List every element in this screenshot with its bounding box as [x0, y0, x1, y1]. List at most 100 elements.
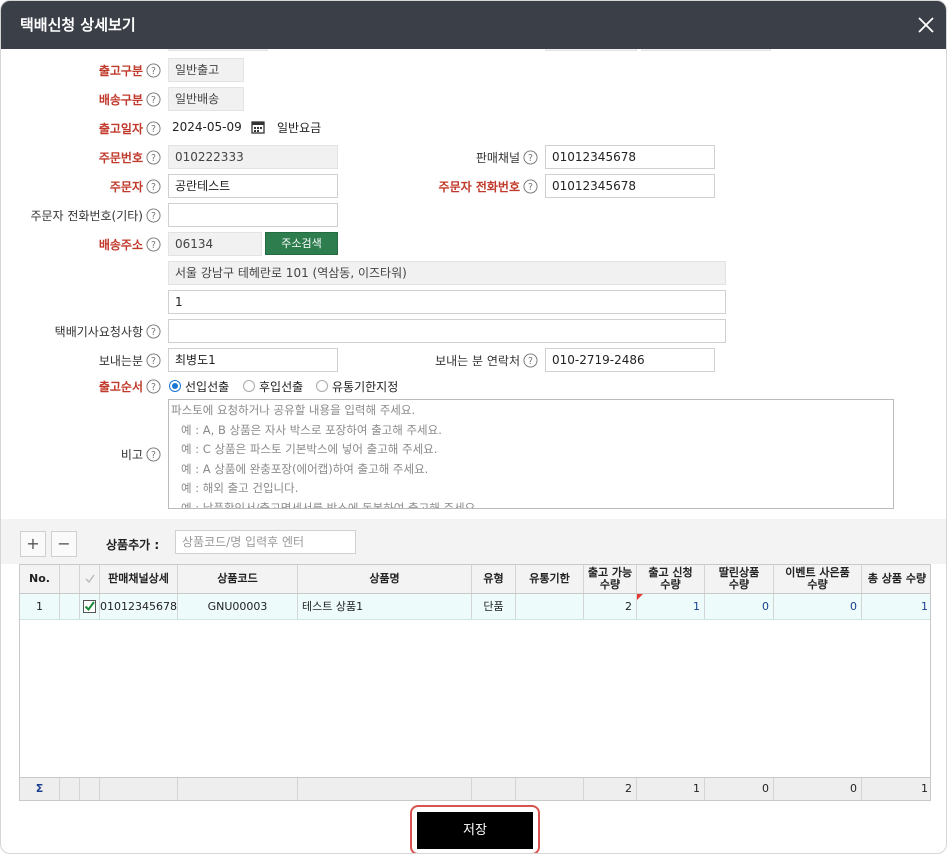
- radio-expiry[interactable]: 유통기한지정: [316, 377, 398, 395]
- help-icon[interactable]: ?: [146, 207, 161, 223]
- memo-placeholder-line: 예 : C 상품은 파스토 기본박스에 넣어 출고해 주세요.: [181, 442, 438, 456]
- help-icon[interactable]: ?: [146, 323, 161, 339]
- help-icon[interactable]: ?: [523, 352, 538, 368]
- out-date-value[interactable]: 2024-05-09: [172, 120, 242, 134]
- sender-input[interactable]: 최병도1: [168, 348, 338, 372]
- col-check[interactable]: [80, 565, 100, 593]
- svg-text:?: ?: [528, 181, 533, 192]
- orderer-input[interactable]: 공란테스트: [168, 174, 338, 198]
- col-no[interactable]: No.: [20, 565, 60, 593]
- cell-gift: 0: [774, 594, 862, 619]
- sum-blank: [472, 778, 516, 800]
- grid-header: No. 판매채널상세 상품코드 상품명 유형 유통기한 출고 가능 수량 출고 신…: [20, 565, 930, 594]
- help-icon[interactable]: ?: [146, 62, 161, 78]
- close-icon[interactable]: [914, 13, 938, 37]
- cell-requested[interactable]: 1: [637, 594, 705, 619]
- memo-placeholder-line: 예 : 납품확인서/출고명세서를 박스에 동봉하여 출고해 주세요.: [181, 500, 479, 509]
- col-code[interactable]: 상품코드: [178, 565, 298, 593]
- col-type[interactable]: 유형: [472, 565, 516, 593]
- product-add-input[interactable]: 상품코드/명 입력후 엔터: [175, 530, 356, 554]
- help-icon[interactable]: ?: [146, 446, 161, 462]
- clipped-field: [168, 49, 268, 51]
- dialog-title: 택배신청 상세보기: [20, 16, 136, 34]
- svg-text:?: ?: [528, 355, 533, 366]
- cell-expiry[interactable]: [516, 594, 584, 619]
- col-available[interactable]: 출고 가능 수량: [584, 565, 637, 593]
- col-channel[interactable]: 판매채널상세: [100, 565, 178, 593]
- row-checkbox-icon[interactable]: [83, 600, 96, 613]
- cell-no: 1: [20, 594, 60, 619]
- help-icon[interactable]: ?: [146, 178, 161, 194]
- courier-request-input[interactable]: [168, 319, 726, 343]
- orderer-phone-etc-label: 주문자 전화번호(기타) ?: [30, 204, 161, 226]
- col-attached[interactable]: 딸린상품 수량: [705, 565, 774, 593]
- sum-attached: 0: [705, 778, 774, 800]
- order-no-label: 주문번호 ?: [99, 146, 161, 168]
- orderer-phone-label: 주문자 전화번호 ?: [439, 175, 538, 197]
- memo-textarea[interactable]: 파스토에 요청하거나 공유할 내용을 입력해 주세요. 예 : A, B 상품은…: [168, 399, 894, 509]
- sum-blank: [80, 778, 100, 800]
- col-requested[interactable]: 출고 신청 수량: [637, 565, 705, 593]
- col-total[interactable]: 총 상품 수량: [862, 565, 932, 593]
- address-line2-input[interactable]: 1: [168, 290, 726, 314]
- svg-text:?: ?: [151, 210, 156, 221]
- radio-fifo[interactable]: 선입선출: [169, 377, 229, 395]
- table-row[interactable]: 1 01012345678 GNU00003 테스트 상품1 단품 2 1 0 …: [20, 594, 930, 620]
- out-order-label: 출고순서 ?: [99, 375, 161, 397]
- help-icon[interactable]: ?: [146, 378, 161, 394]
- orderer-phone-input[interactable]: 01012345678: [545, 174, 715, 198]
- sum-blank: [516, 778, 584, 800]
- svg-text:?: ?: [151, 65, 156, 76]
- sum-total: 1: [921, 782, 928, 795]
- help-icon[interactable]: ?: [146, 91, 161, 107]
- help-icon[interactable]: ?: [523, 178, 538, 194]
- radio-icon[interactable]: [243, 380, 255, 392]
- svg-text:?: ?: [151, 94, 156, 105]
- check-all-icon[interactable]: [84, 573, 96, 585]
- sum-blank: [178, 778, 298, 800]
- help-icon[interactable]: ?: [146, 149, 161, 165]
- svg-text:?: ?: [151, 326, 156, 337]
- col-name[interactable]: 상품명: [298, 565, 472, 593]
- sum-gift: 0: [774, 778, 862, 800]
- memo-placeholder-line: 예 : A, B 상품은 자사 박스로 포장하여 출고해 주세요.: [181, 422, 442, 437]
- add-row-button[interactable]: +: [20, 531, 46, 557]
- sender-phone-input[interactable]: 010-2719-2486: [545, 348, 715, 372]
- sales-channel-input[interactable]: 01012345678: [545, 145, 715, 169]
- address-line1-value: 서울 강남구 테헤란로 101 (역삼동, 이즈타워): [168, 261, 726, 285]
- out-type-label: 출고구분 ?: [99, 59, 161, 81]
- shipping-form: 출고구분 ? 일반출고 배송구분 ? 일반배송 출고일자 ? 2024-05-0…: [1, 49, 946, 519]
- address-search-button[interactable]: 주소검색: [265, 232, 338, 255]
- svg-text:?: ?: [151, 449, 156, 460]
- cell-name: 테스트 상품1: [298, 594, 472, 619]
- product-grid: No. 판매채널상세 상품코드 상품명 유형 유통기한 출고 가능 수량 출고 신…: [19, 564, 931, 801]
- radio-icon[interactable]: [316, 380, 328, 392]
- radio-lifo[interactable]: 후입선출: [243, 377, 303, 395]
- help-icon[interactable]: ?: [146, 120, 161, 136]
- cell-check[interactable]: [80, 594, 100, 619]
- help-icon[interactable]: ?: [146, 236, 161, 252]
- svg-text:?: ?: [151, 181, 156, 192]
- sum-row: Σ 2 1 0 0 1: [20, 777, 930, 800]
- col-blank: [60, 565, 80, 593]
- sum-requested: 1: [637, 778, 705, 800]
- cell-channel: 01012345678: [100, 594, 178, 619]
- save-button[interactable]: 저장: [417, 812, 533, 849]
- col-gift[interactable]: 이벤트 사은품 수량: [774, 565, 862, 593]
- memo-label: 비고 ?: [121, 443, 161, 465]
- sender-phone-label: 보내는 분 연락처 ?: [435, 349, 538, 371]
- svg-text:?: ?: [151, 152, 156, 163]
- col-expiry[interactable]: 유통기한: [516, 565, 584, 593]
- remove-row-button[interactable]: −: [51, 531, 77, 557]
- radio-selected-icon[interactable]: [169, 380, 181, 392]
- calendar-icon[interactable]: [250, 119, 266, 135]
- sigma-icon: Σ: [20, 778, 60, 800]
- clipped-field: [545, 49, 637, 51]
- product-toolbar: + − 상품추가 : 상품코드/명 입력후 엔터: [1, 519, 946, 564]
- sum-blank: [60, 778, 80, 800]
- help-icon[interactable]: ?: [146, 352, 161, 368]
- orderer-phone-etc-input[interactable]: [168, 203, 338, 227]
- cell-blank: [60, 594, 80, 619]
- ship-type-label: 배송구분 ?: [99, 88, 161, 110]
- help-icon[interactable]: ?: [523, 149, 538, 165]
